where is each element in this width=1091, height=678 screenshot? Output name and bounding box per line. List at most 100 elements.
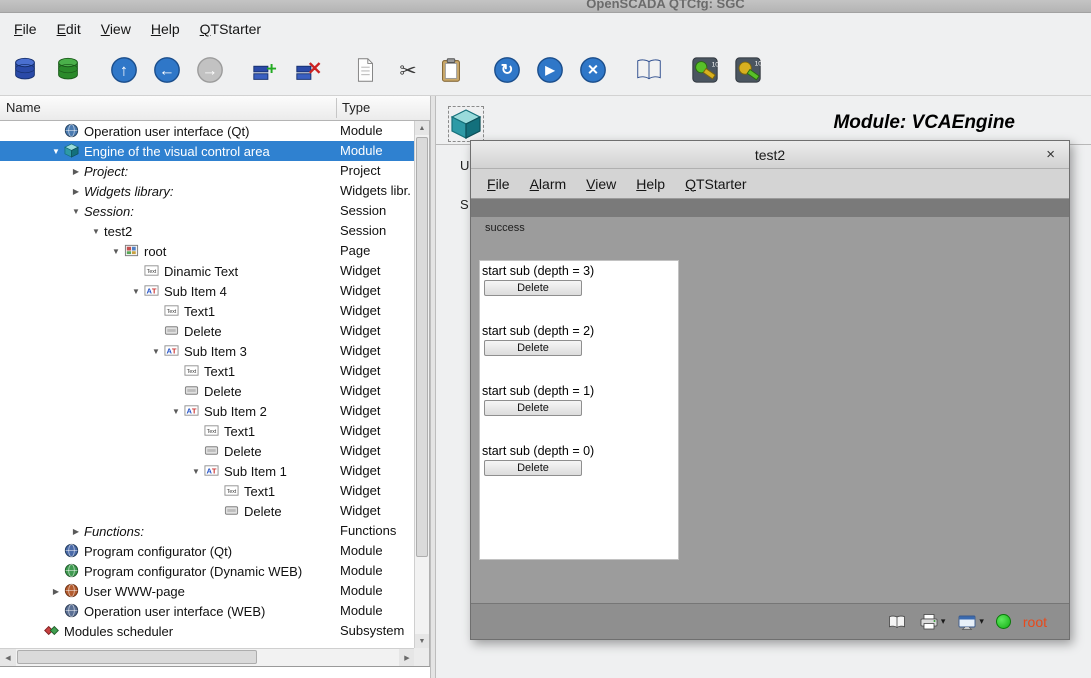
delete-button[interactable]: Delete <box>484 460 582 476</box>
cut-item-icon[interactable]: ✂ <box>391 53 425 87</box>
tree-row[interactable]: DeleteWidget <box>0 441 415 461</box>
tree-row[interactable]: TextText1Widget <box>0 421 415 441</box>
dialog-menu-alarm[interactable]: Alarm <box>520 172 577 196</box>
expander-icon[interactable]: ▼ <box>168 407 184 416</box>
tree-row[interactable]: ▶Project:Project <box>0 161 415 181</box>
scroll-up-icon[interactable] <box>415 121 429 135</box>
tree-row-label: Dinamic Text <box>164 264 238 279</box>
stop-icon[interactable]: ✕ <box>576 53 610 87</box>
tree-row[interactable]: Program configurator (Qt)Module <box>0 541 415 561</box>
menu-qtstarter[interactable]: QTStarter <box>190 17 271 41</box>
expander-icon[interactable]: ▼ <box>188 467 204 476</box>
nav-back-icon[interactable]: ← <box>150 53 184 87</box>
tree-header[interactable]: Name Type <box>0 96 430 121</box>
tree-row-type: Project <box>340 163 380 178</box>
export-dropdown-icon[interactable] <box>979 616 984 627</box>
manual-icon[interactable] <box>632 53 666 87</box>
tree-row[interactable]: ▶Widgets library:Widgets libr. <box>0 181 415 201</box>
expander-icon[interactable]: ▶ <box>68 527 84 536</box>
tree-row[interactable]: ▼Session:Session <box>0 201 415 221</box>
expander-icon[interactable]: ▼ <box>68 207 84 216</box>
manual-book-icon[interactable] <box>887 614 907 630</box>
dialog-titlebar[interactable]: test2 × <box>471 141 1069 169</box>
delete-button[interactable]: Delete <box>484 400 582 416</box>
tree-row-type: Widget <box>340 343 380 358</box>
tree-row[interactable]: DeleteWidget <box>0 321 415 341</box>
toolbar-group: 10 10 <box>688 53 765 87</box>
start-icon[interactable]: ▶ <box>533 53 567 87</box>
tree-vertical-scrollbar[interactable] <box>414 121 429 648</box>
tree-row[interactable]: TextText1Widget <box>0 481 415 501</box>
column-name[interactable]: Name <box>6 100 41 115</box>
horizontal-scroll-thumb[interactable] <box>17 650 257 664</box>
dialog-statusbar: root <box>471 603 1069 639</box>
delete-button[interactable]: Delete <box>484 280 582 296</box>
print-icon[interactable] <box>919 613 946 630</box>
expander-icon[interactable]: ▼ <box>48 147 64 156</box>
at-icon: AT <box>164 343 180 359</box>
column-type[interactable]: Type <box>342 100 370 115</box>
menu-file[interactable]: File <box>4 17 47 41</box>
scroll-right-icon[interactable] <box>399 649 415 666</box>
copy-item-icon[interactable] <box>348 53 382 87</box>
tree-row-type: Widgets libr. <box>340 183 411 198</box>
tree-row-type: Widget <box>340 323 380 338</box>
save-db-icon[interactable] <box>51 53 85 87</box>
qtstarter-config-icon[interactable]: 10 <box>688 53 722 87</box>
close-icon[interactable]: × <box>1046 146 1055 163</box>
tree-row[interactable]: Modules schedulerSubsystem <box>0 621 415 641</box>
tree-row-type: Module <box>340 143 383 158</box>
tree-row[interactable]: DeleteWidget <box>0 381 415 401</box>
tree-row[interactable]: ▼test2Session <box>0 221 415 241</box>
current-user[interactable]: root <box>1023 614 1047 630</box>
menu-help[interactable]: Help <box>141 17 190 41</box>
menu-edit[interactable]: Edit <box>47 17 91 41</box>
nav-up-icon[interactable]: ↑ <box>107 53 141 87</box>
tree-horizontal-scrollbar[interactable] <box>0 648 415 666</box>
tree-row[interactable]: TextText1Widget <box>0 301 415 321</box>
expander-icon[interactable]: ▼ <box>108 247 124 256</box>
nav-forward-icon[interactable]: → <box>193 53 227 87</box>
expander-icon[interactable]: ▼ <box>128 287 144 296</box>
dialog-menu-file[interactable]: File <box>477 172 520 196</box>
tree-row[interactable]: ▶User WWW-pageModule <box>0 581 415 601</box>
delete-item-icon[interactable]: ✕ <box>292 53 326 87</box>
expander-icon[interactable]: ▶ <box>48 587 64 596</box>
toolbar-group: ↻ ▶ ✕ <box>490 53 610 87</box>
delete-button[interactable]: Delete <box>484 340 582 356</box>
qtstarter-vision-icon[interactable]: 10 <box>731 53 765 87</box>
tree-row[interactable]: Program configurator (Dynamic WEB)Module <box>0 561 415 581</box>
load-db-icon[interactable] <box>8 53 42 87</box>
tree-row[interactable]: ▼ATSub Item 1Widget <box>0 461 415 481</box>
tree-row[interactable]: TextText1Widget <box>0 361 415 381</box>
refresh-icon[interactable]: ↻ <box>490 53 524 87</box>
scroll-left-icon[interactable] <box>0 649 16 666</box>
tree-row[interactable]: ▼rootPage <box>0 241 415 261</box>
scroll-down-icon[interactable] <box>415 634 429 648</box>
dialog-menu-view[interactable]: View <box>576 172 626 196</box>
print-dropdown-icon[interactable] <box>941 616 946 627</box>
tree-row[interactable]: ▶Functions:Functions <box>0 521 415 541</box>
dialog-menu-qtstarter[interactable]: QTStarter <box>675 172 756 196</box>
tree-row[interactable]: ▼ATSub Item 3Widget <box>0 341 415 361</box>
column-separator[interactable] <box>336 98 337 118</box>
vertical-scroll-thumb[interactable] <box>416 137 428 557</box>
tree-row[interactable]: TextDinamic TextWidget <box>0 261 415 281</box>
tree-row[interactable]: DeleteWidget <box>0 501 415 521</box>
tree-row[interactable]: ▼Engine of the visual control areaModule <box>0 141 415 161</box>
dialog-menu-help[interactable]: Help <box>626 172 675 196</box>
window-titlebar[interactable]: OpenSCADA QTCfg: SGC <box>0 0 1091 13</box>
expander-icon[interactable]: ▶ <box>68 167 84 176</box>
tree-row[interactable]: ▼ATSub Item 4Widget <box>0 281 415 301</box>
paste-item-icon[interactable] <box>434 53 468 87</box>
expander-icon[interactable]: ▶ <box>68 187 84 196</box>
export-icon[interactable] <box>957 614 984 630</box>
tree-row[interactable]: Operation user interface (Qt)Module <box>0 121 415 141</box>
alarm-status-icon[interactable] <box>996 614 1011 629</box>
tree-row[interactable]: Operation user interface (WEB)Module <box>0 601 415 621</box>
expander-icon[interactable]: ▼ <box>88 227 104 236</box>
add-item-icon[interactable]: + <box>249 53 283 87</box>
tree-row[interactable]: ▼ATSub Item 2Widget <box>0 401 415 421</box>
menu-view[interactable]: View <box>91 17 141 41</box>
expander-icon[interactable]: ▼ <box>148 347 164 356</box>
